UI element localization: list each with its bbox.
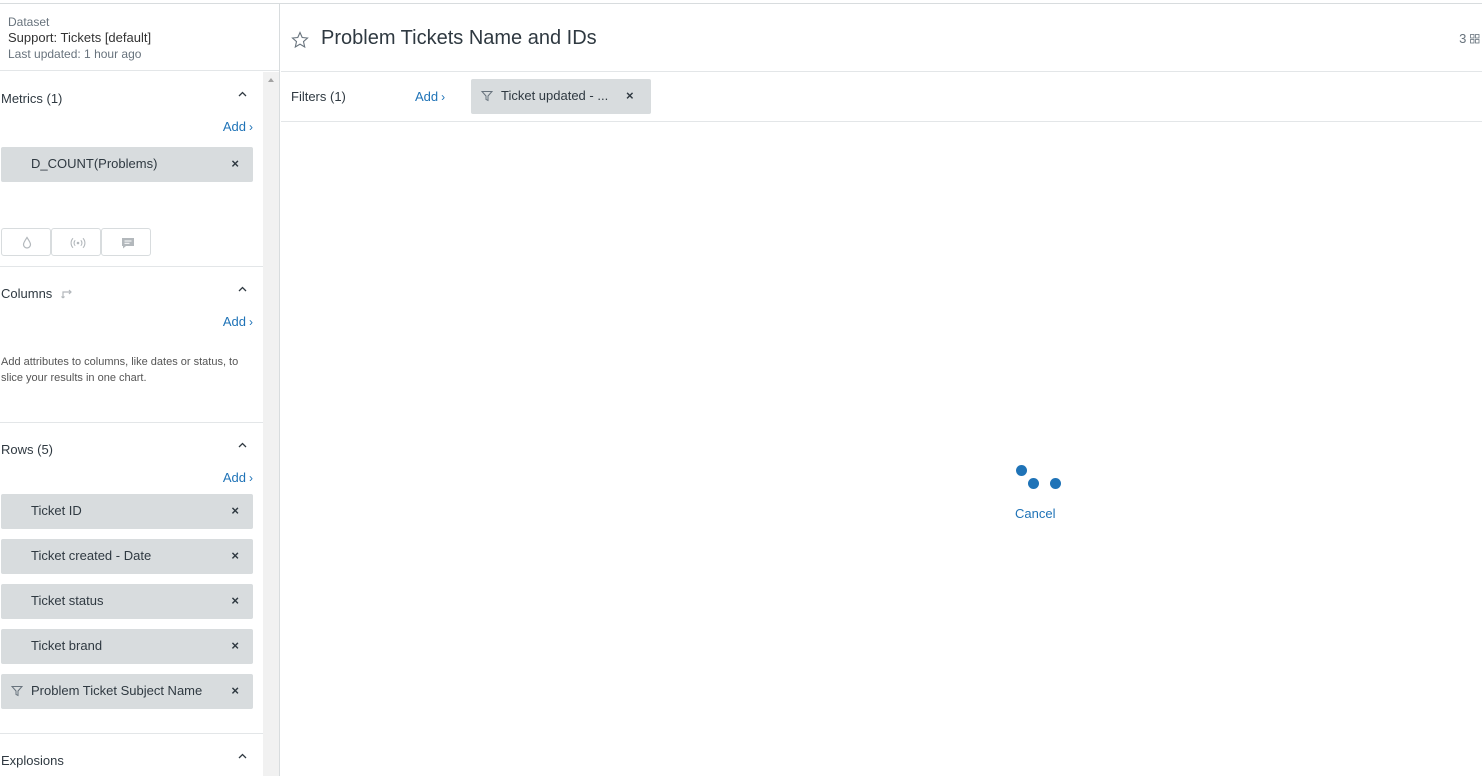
rows-title: Rows (5) bbox=[1, 442, 54, 457]
dataset-name: Support: Tickets [default] bbox=[8, 30, 152, 45]
remove-row-icon[interactable]: × bbox=[231, 638, 239, 653]
row-pill-ticket-created-date[interactable]: Ticket created - Date × bbox=[1, 539, 253, 574]
remove-row-icon[interactable]: × bbox=[231, 548, 239, 563]
add-row-label: Add bbox=[222, 470, 246, 485]
row-pill-label: Ticket status bbox=[31, 593, 104, 608]
filter-icon bbox=[481, 91, 493, 102]
report-main: Problem Tickets Name and IDs 3 Filters (… bbox=[281, 4, 1482, 776]
add-column-label: Add bbox=[222, 314, 246, 329]
filter-icon bbox=[11, 686, 23, 697]
sidebar-scrollbar[interactable] bbox=[263, 72, 279, 776]
row-pill-problem-ticket-subject-name[interactable]: Problem Ticket Subject Name × bbox=[1, 674, 253, 709]
loading-dot bbox=[1016, 465, 1027, 476]
columns-title: Columns bbox=[1, 286, 74, 301]
explosions-title: Explosions bbox=[1, 753, 64, 768]
dataset-info[interactable]: Dataset Support: Tickets [default] Last … bbox=[0, 4, 279, 71]
chevron-right-icon: › bbox=[249, 315, 253, 329]
remove-row-icon[interactable]: × bbox=[231, 683, 239, 698]
filter-pill-label: Ticket updated - ... bbox=[501, 88, 609, 103]
swap-icon[interactable] bbox=[60, 286, 74, 300]
scroll-up-icon[interactable] bbox=[268, 78, 274, 82]
report-title[interactable]: Problem Tickets Name and IDs bbox=[321, 27, 597, 50]
row-pill-ticket-status[interactable]: Ticket status × bbox=[1, 584, 253, 619]
query-sidebar: Dataset Support: Tickets [default] Last … bbox=[0, 4, 280, 776]
metric-pill[interactable]: D_COUNT(Problems) × bbox=[1, 147, 253, 182]
comment-button[interactable] bbox=[101, 228, 151, 256]
drop-icon bbox=[22, 236, 32, 249]
drop-button[interactable] bbox=[1, 228, 51, 256]
row-pill-ticket-brand[interactable]: Ticket brand × bbox=[1, 629, 253, 664]
row-pill-label: Ticket created - Date bbox=[31, 548, 152, 563]
chevron-up-icon[interactable] bbox=[238, 285, 247, 294]
metrics-section: Metrics (1) Add › D_COUNT(Problems) × bbox=[0, 72, 263, 267]
metric-pill-label: D_COUNT(Problems) bbox=[31, 156, 158, 171]
result-count: 3 bbox=[1459, 31, 1480, 46]
result-canvas: Cancel bbox=[281, 123, 1482, 776]
filter-pill-ticket-updated[interactable]: Ticket updated - ... × bbox=[471, 79, 651, 114]
filters-title: Filters (1) bbox=[291, 89, 346, 104]
star-icon[interactable] bbox=[291, 31, 309, 49]
remove-filter-icon[interactable]: × bbox=[626, 88, 634, 103]
row-pill-label: Ticket ID bbox=[31, 503, 82, 518]
broadcast-icon bbox=[70, 237, 86, 249]
chevron-up-icon[interactable] bbox=[238, 441, 247, 450]
chevron-right-icon: › bbox=[249, 120, 253, 134]
report-header: Problem Tickets Name and IDs 3 bbox=[281, 4, 1482, 72]
remove-row-icon[interactable]: × bbox=[231, 593, 239, 608]
comment-icon bbox=[122, 238, 134, 249]
add-column-button[interactable]: Add › bbox=[223, 314, 253, 329]
loading-dot bbox=[1028, 478, 1039, 489]
columns-section: Columns Add › Add attributes to columns, … bbox=[0, 267, 263, 423]
result-count-value: 3 bbox=[1459, 31, 1467, 46]
loading-spinner bbox=[1011, 463, 1071, 493]
metrics-title: Metrics (1) bbox=[1, 91, 63, 106]
cancel-button[interactable]: Cancel bbox=[1015, 506, 1055, 521]
sidebar-panel: Metrics (1) Add › D_COUNT(Problems) × Co… bbox=[0, 72, 263, 776]
add-metric-button[interactable]: Add › bbox=[223, 119, 253, 134]
add-metric-label: Add bbox=[222, 119, 246, 134]
filter-bar: Filters (1) Add › Ticket updated - ... × bbox=[281, 72, 1482, 122]
row-pill-label: Problem Ticket Subject Name bbox=[31, 683, 203, 698]
remove-row-icon[interactable]: × bbox=[231, 503, 239, 518]
add-row-button[interactable]: Add › bbox=[223, 470, 253, 485]
loading-dot bbox=[1050, 478, 1061, 489]
row-pill-label: Ticket brand bbox=[31, 638, 103, 653]
row-pill-ticket-id[interactable]: Ticket ID × bbox=[1, 494, 253, 529]
chevron-right-icon: › bbox=[249, 471, 253, 485]
chevron-up-icon[interactable] bbox=[238, 752, 247, 761]
add-filter-label: Add bbox=[415, 89, 439, 104]
grid-icon bbox=[1470, 34, 1480, 44]
remove-metric-icon[interactable]: × bbox=[231, 156, 239, 171]
dataset-label: Dataset bbox=[8, 15, 50, 29]
explosions-section: Explosions bbox=[0, 734, 263, 776]
rows-section: Rows (5) Add › Ticket ID × Ticket created… bbox=[0, 423, 263, 734]
chevron-right-icon: › bbox=[441, 90, 446, 104]
add-filter-button[interactable]: Add › bbox=[415, 89, 445, 104]
dataset-last-updated: Last updated: 1 hour ago bbox=[8, 47, 142, 61]
columns-help-text: Add attributes to columns, like dates or… bbox=[1, 356, 239, 384]
broadcast-button[interactable] bbox=[51, 228, 101, 256]
chevron-up-icon[interactable] bbox=[238, 90, 247, 99]
columns-title-label: Columns bbox=[1, 286, 53, 301]
